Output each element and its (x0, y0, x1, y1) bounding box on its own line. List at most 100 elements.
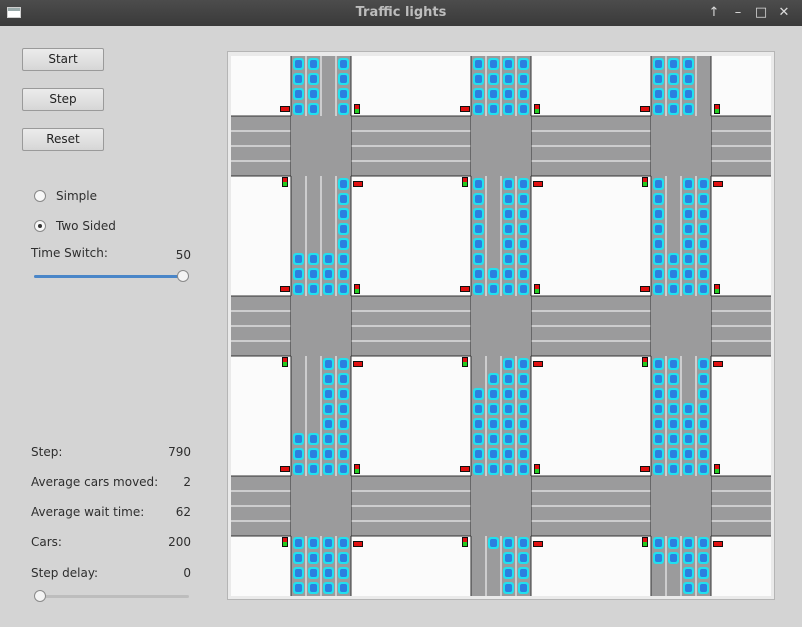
step-delay-thumb[interactable] (34, 590, 46, 602)
maximize-icon[interactable]: □ (752, 4, 770, 22)
car-body (295, 450, 302, 458)
car-body (505, 584, 512, 592)
car-body (670, 255, 677, 263)
car-body (700, 375, 707, 383)
car-body (340, 195, 347, 203)
traffic-light-lamp (354, 182, 362, 186)
step-delay-value: 0 (183, 566, 191, 580)
traffic-light-lamp (283, 178, 287, 182)
car-body (700, 539, 707, 547)
car-body (685, 539, 692, 547)
two-sided-radio-label: Two Sided (56, 219, 116, 233)
car-body (520, 465, 527, 473)
car-body (685, 465, 692, 473)
car-body (685, 405, 692, 413)
car-body (475, 180, 482, 188)
car-body (520, 75, 527, 83)
car-body (325, 420, 332, 428)
car-body (670, 435, 677, 443)
intersection (291, 476, 351, 536)
car-body (655, 225, 662, 233)
car-body (685, 60, 692, 68)
car-body (685, 420, 692, 428)
car-body (325, 270, 332, 278)
traffic-light-lamp (355, 469, 359, 473)
reset-button[interactable]: Reset (22, 128, 104, 151)
car-body (325, 285, 332, 293)
average-wait-time-value: 62 (175, 505, 191, 519)
step-button[interactable]: Step (22, 88, 104, 111)
traffic-light-lamp (715, 105, 719, 109)
car-body (310, 90, 317, 98)
car-body (340, 255, 347, 263)
car-body (670, 75, 677, 83)
step-delay-slider[interactable] (34, 595, 189, 598)
car-body (325, 569, 332, 577)
traffic-light-lamp (355, 289, 359, 293)
time-switch-thumb[interactable] (177, 270, 189, 282)
car-body (505, 180, 512, 188)
traffic-light-lamp (643, 538, 647, 542)
car-body (505, 405, 512, 413)
car-body (340, 105, 347, 113)
car-body (310, 569, 317, 577)
keep-above-icon[interactable]: ↑ (705, 4, 723, 22)
traffic-light-lamp (641, 287, 649, 291)
car-body (310, 75, 317, 83)
start-button[interactable]: Start (22, 48, 104, 71)
car-body (475, 225, 482, 233)
car-body (655, 180, 662, 188)
car-body (685, 90, 692, 98)
car-body (325, 584, 332, 592)
traffic-light-lamp (354, 362, 362, 366)
traffic-light-lamp (714, 542, 722, 546)
car-body (295, 90, 302, 98)
traffic-light-lamp (535, 465, 539, 469)
car-body (340, 285, 347, 293)
car-body (655, 450, 662, 458)
simple-radio[interactable] (34, 190, 46, 202)
car-body (700, 180, 707, 188)
traffic-light-lamp (643, 182, 647, 186)
intersection (291, 116, 351, 176)
traffic-light-lamp (461, 107, 469, 111)
car-body (655, 435, 662, 443)
car-body (685, 584, 692, 592)
car-body (505, 75, 512, 83)
intersection (651, 116, 711, 176)
close-icon[interactable]: ✕ (775, 4, 793, 22)
car-body (490, 105, 497, 113)
traffic-light-lamp (535, 285, 539, 289)
traffic-light-lamp (534, 362, 542, 366)
car-body (490, 285, 497, 293)
traffic-light-lamp (355, 105, 359, 109)
title-bar[interactable]: Traffic lights ↑ – □ ✕ (0, 0, 802, 26)
car-body (505, 210, 512, 218)
time-switch-slider[interactable] (34, 275, 189, 278)
car-body (340, 60, 347, 68)
step-value: 790 (168, 445, 191, 459)
car-body (340, 375, 347, 383)
car-body (520, 435, 527, 443)
car-body (700, 569, 707, 577)
intersection (471, 296, 531, 356)
car-body (655, 60, 662, 68)
car-body (655, 554, 662, 562)
minimize-icon[interactable]: – (729, 4, 747, 22)
car-body (340, 240, 347, 248)
car-body (655, 255, 662, 263)
car-body (490, 420, 497, 428)
car-body (475, 285, 482, 293)
car-body (295, 60, 302, 68)
car-body (520, 584, 527, 592)
car-body (520, 360, 527, 368)
car-body (700, 360, 707, 368)
car-body (310, 584, 317, 592)
traffic-light-lamp (355, 285, 359, 289)
car-body (685, 554, 692, 562)
two-sided-radio[interactable] (34, 220, 46, 232)
car-body (520, 105, 527, 113)
traffic-light-lamp (714, 182, 722, 186)
car-body (490, 60, 497, 68)
car-body (655, 405, 662, 413)
